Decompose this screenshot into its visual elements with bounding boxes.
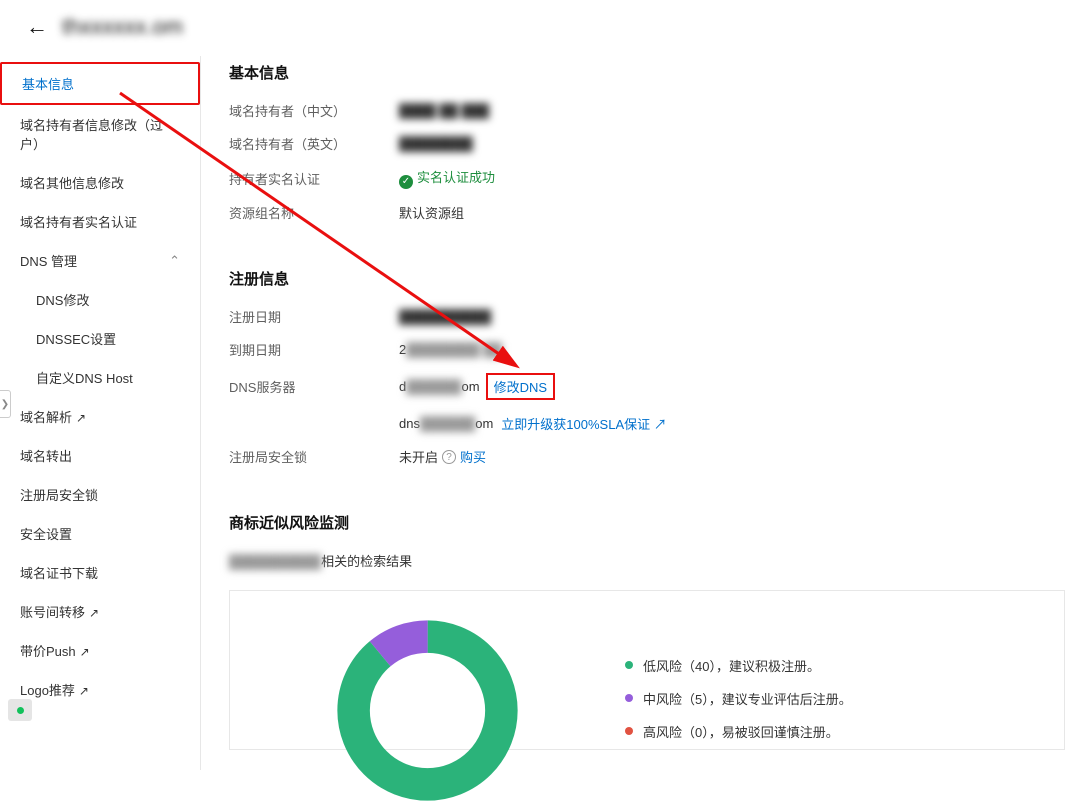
exp-date-label: 到期日期: [229, 340, 399, 359]
page-title: thxxxxxx.om: [62, 14, 183, 40]
section-title-basic: 基本信息: [229, 62, 1065, 83]
main-content: 基本信息 域名持有者（中文） ████ ██ ███ 域名持有者（英文） ███…: [200, 56, 1065, 770]
sidebar-item-3[interactable]: 域名持有者实名认证: [0, 202, 200, 241]
sidebar-item-5[interactable]: DNS修改: [0, 280, 200, 319]
buy-link[interactable]: 购买: [460, 447, 486, 466]
sidebar-item-label: 域名持有者实名认证: [20, 212, 137, 231]
sidebar-item-label: 域名转出: [20, 446, 72, 465]
back-arrow-icon[interactable]: ←: [26, 14, 48, 40]
resource-label: 资源组名称: [229, 203, 399, 222]
external-link-icon: ↗: [89, 606, 99, 620]
legend-dot: [625, 727, 633, 735]
chart-legend: 低风险（40），建议积极注册。中风险（5），建议专业评估后注册。高风险（0），易…: [625, 656, 852, 755]
legend-item-中风险: 中风险（5），建议专业评估后注册。: [625, 689, 852, 708]
sidebar-item-12[interactable]: 域名证书下载: [0, 553, 200, 592]
sidebar-item-2[interactable]: 域名其他信息修改: [0, 163, 200, 202]
sidebar-item-14[interactable]: 带价Push↗: [0, 631, 200, 670]
status-indicator: [8, 699, 32, 721]
owner-en-label: 域名持有者（英文）: [229, 134, 399, 153]
side-expand-handle[interactable]: ❯: [0, 390, 11, 418]
legend-label: 高风险（0），易被驳回谨慎注册。: [643, 722, 839, 741]
sidebar-item-8[interactable]: 域名解析↗: [0, 397, 200, 436]
lock-label: 注册局安全锁: [229, 447, 399, 466]
sidebar-item-label: 安全设置: [20, 524, 72, 543]
sidebar-item-7[interactable]: 自定义DNS Host: [0, 358, 200, 397]
sidebar-item-label: 注册局安全锁: [20, 485, 98, 504]
sidebar-item-label: Logo推荐↗: [20, 680, 89, 699]
sidebar-item-4[interactable]: DNS 管理 ⌃: [0, 241, 200, 280]
external-link-icon: ↗: [76, 411, 86, 425]
sidebar-item-label: DNS 管理: [20, 251, 77, 270]
risk-donut-chart: [330, 613, 525, 808]
sidebar-item-6[interactable]: DNSSEC设置: [0, 319, 200, 358]
sidebar-item-label: 自定义DNS Host: [36, 368, 133, 387]
upgrade-link[interactable]: 立即升级获100%SLA保证 ↗: [501, 414, 666, 433]
external-link-icon: ↗: [654, 417, 667, 432]
sidebar-item-9[interactable]: 域名转出: [0, 436, 200, 475]
check-icon: ✓: [399, 175, 413, 189]
dns2-value: dns██████om: [399, 416, 493, 431]
sidebar-item-0[interactable]: 基本信息: [0, 62, 200, 105]
reg-date-value: ██████████: [399, 309, 491, 324]
section-title-reg: 注册信息: [229, 268, 1065, 289]
sidebar-item-label: DNS修改: [36, 290, 89, 309]
modify-dns-link[interactable]: 修改DNS: [486, 373, 555, 400]
external-link-icon: ↗: [80, 645, 90, 659]
external-link-icon: ↗: [79, 684, 89, 698]
reg-date-label: 注册日期: [229, 307, 399, 326]
legend-dot: [625, 694, 633, 702]
sidebar-item-10[interactable]: 注册局安全锁: [0, 475, 200, 514]
verify-value: ✓实名认证成功: [399, 167, 495, 189]
sidebar-item-label: 域名其他信息修改: [20, 173, 124, 192]
resource-value: 默认资源组: [399, 203, 464, 222]
legend-item-低风险: 低风险（40），建议积极注册。: [625, 656, 852, 675]
sidebar-item-1[interactable]: 域名持有者信息修改（过户）: [0, 105, 200, 163]
sidebar: 基本信息域名持有者信息修改（过户） 域名其他信息修改域名持有者实名认证 DNS 管理…: [0, 50, 200, 729]
sidebar-item-label: 域名解析↗: [20, 407, 86, 426]
legend-label: 中风险（5），建议专业评估后注册。: [643, 689, 852, 708]
sidebar-item-label: 带价Push↗: [20, 641, 90, 660]
verify-label: 持有者实名认证: [229, 169, 399, 188]
sidebar-item-label: 域名持有者信息修改（过户）: [20, 115, 180, 153]
help-icon[interactable]: ?: [442, 450, 456, 464]
legend-item-高风险: 高风险（0），易被驳回谨慎注册。: [625, 722, 852, 741]
lock-value: 未开启: [399, 447, 438, 466]
section-title-trademark: 商标近似风险监测: [229, 512, 1065, 533]
exp-date-value: 2████████ ██: [399, 342, 502, 357]
dns-label: DNS服务器: [229, 377, 399, 396]
sidebar-item-label: 域名证书下载: [20, 563, 98, 582]
owner-cn-label: 域名持有者（中文）: [229, 101, 399, 120]
chevron-up-icon: ⌃: [169, 253, 180, 269]
legend-dot: [625, 661, 633, 669]
sidebar-item-11[interactable]: 安全设置: [0, 514, 200, 553]
chart-panel: 低风险（40），建议积极注册。中风险（5），建议专业评估后注册。高风险（0），易…: [229, 590, 1065, 750]
sidebar-item-label: 基本信息: [22, 74, 74, 93]
sidebar-item-13[interactable]: 账号间转移↗: [0, 592, 200, 631]
dns1-value: d██████om: [399, 379, 480, 394]
sidebar-item-label: 账号间转移↗: [20, 602, 99, 621]
owner-en-value: ████████: [399, 136, 473, 151]
owner-cn-value: ████ ██ ███: [399, 103, 489, 118]
legend-label: 低风险（40），建议积极注册。: [643, 656, 820, 675]
sidebar-item-label: DNSSEC设置: [36, 329, 116, 348]
trademark-subtitle: ██████████相关的检索结果: [229, 551, 1065, 570]
